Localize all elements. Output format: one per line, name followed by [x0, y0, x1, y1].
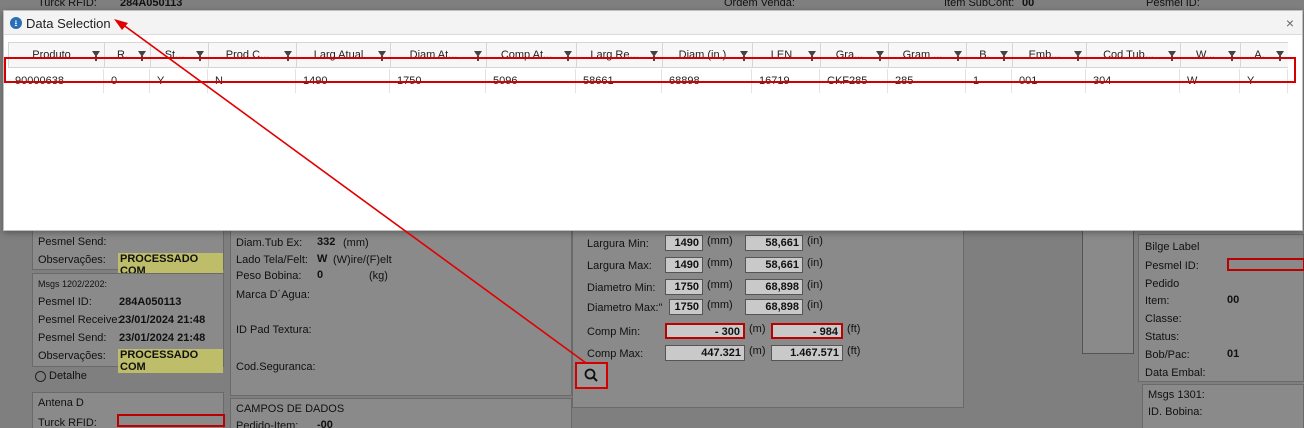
annotation-arrow — [114, 19, 587, 364]
